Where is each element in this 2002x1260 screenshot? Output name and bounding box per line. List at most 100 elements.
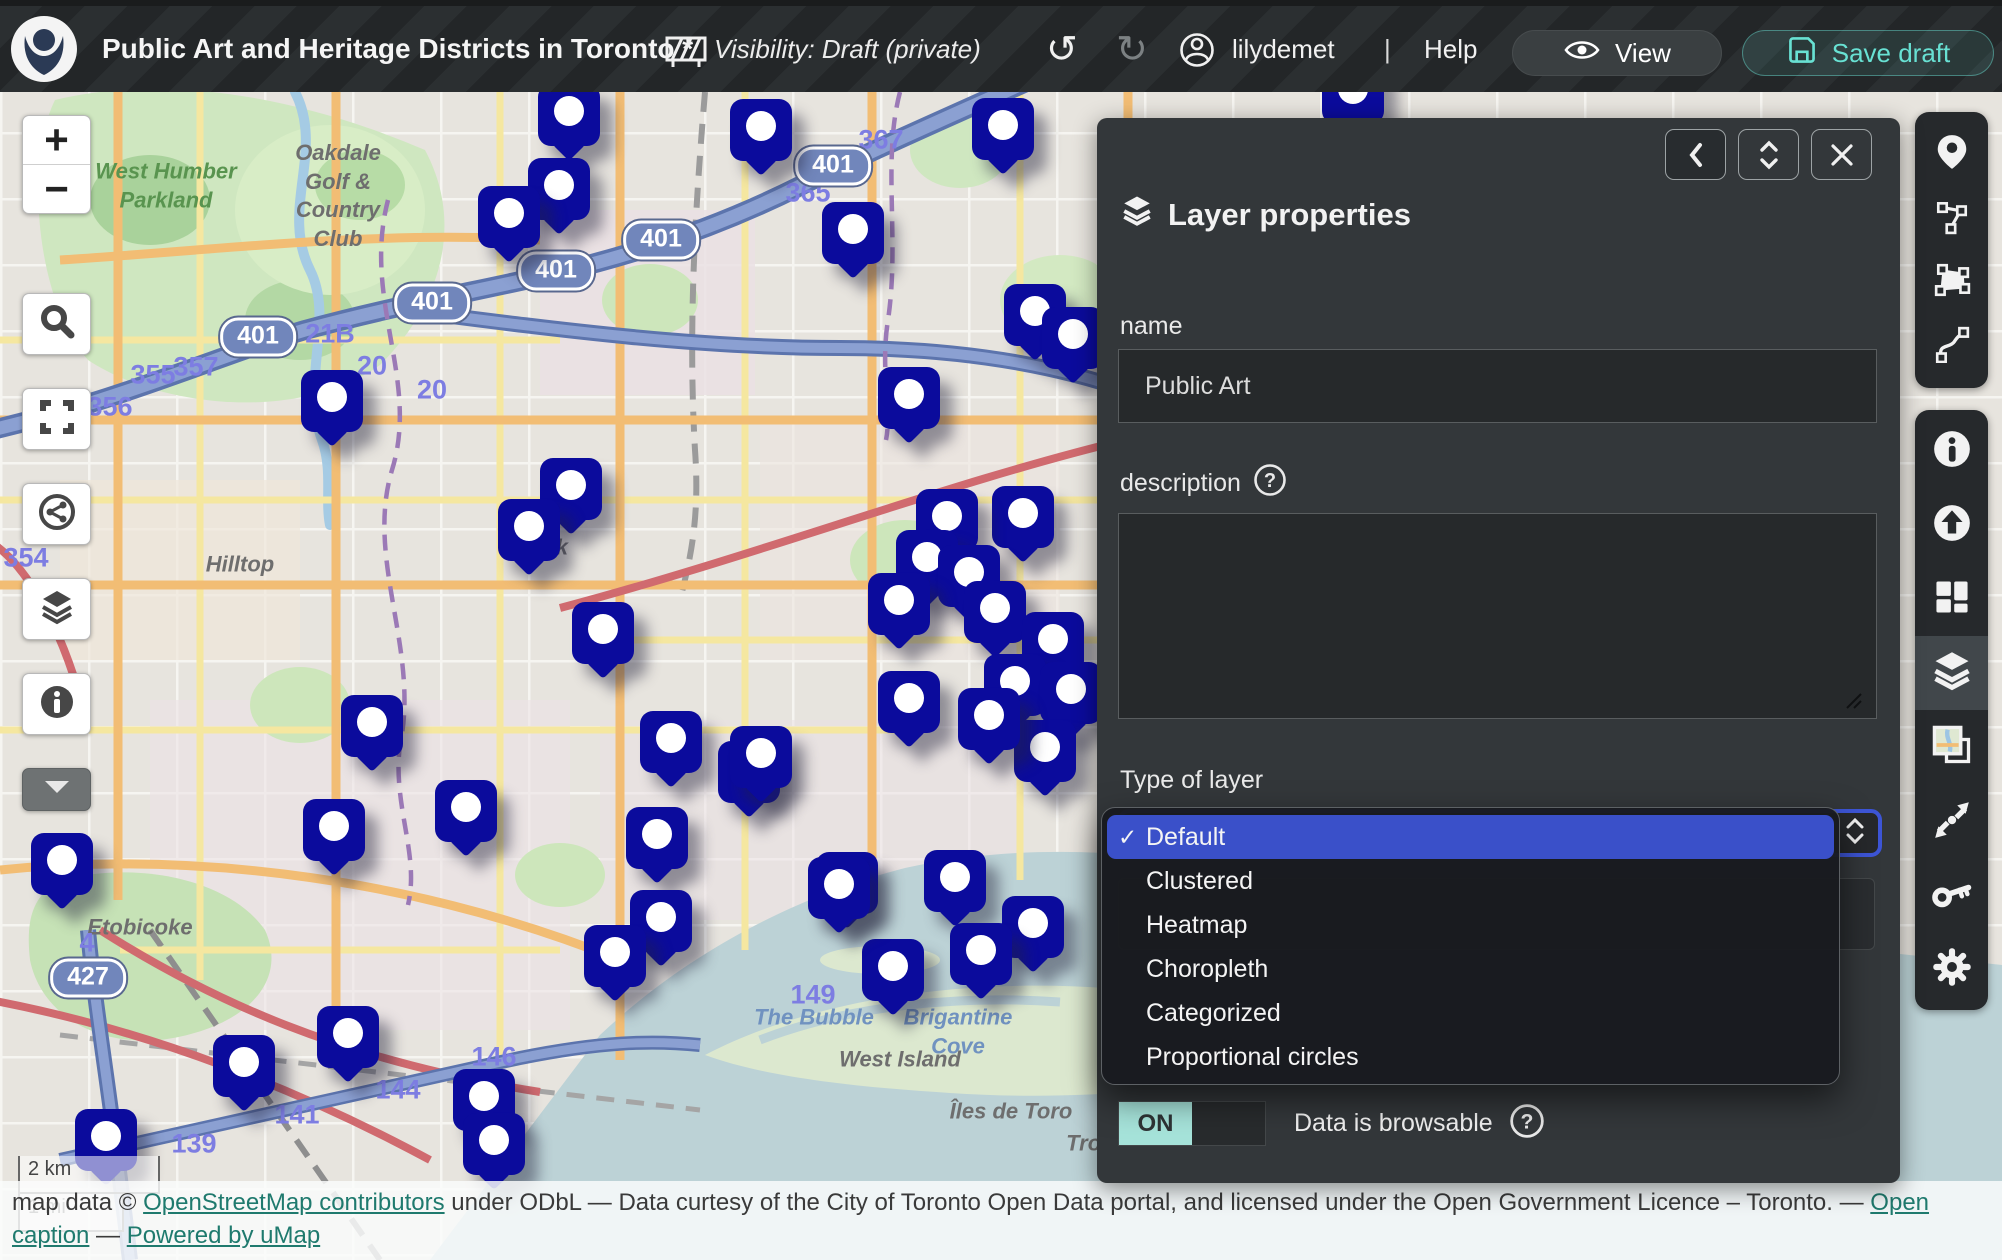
background-map-icon bbox=[1930, 723, 1974, 772]
import-data-button[interactable] bbox=[1915, 488, 1988, 562]
share-icon bbox=[37, 492, 77, 537]
layer-description-textarea[interactable] bbox=[1118, 513, 1877, 719]
chevron-down-icon bbox=[39, 777, 75, 802]
map-marker[interactable] bbox=[584, 925, 646, 1007]
dashboard-button[interactable] bbox=[1915, 562, 1988, 636]
about-button[interactable] bbox=[22, 673, 91, 735]
map-marker[interactable] bbox=[538, 84, 600, 166]
map-marker[interactable] bbox=[822, 202, 884, 284]
eye-icon bbox=[1563, 36, 1601, 71]
help-link[interactable]: Help bbox=[1424, 6, 1477, 92]
gear-icon bbox=[1930, 945, 1974, 994]
panel-back-button[interactable] bbox=[1665, 129, 1726, 180]
type-option[interactable]: Choropleth bbox=[1107, 947, 1834, 991]
map-marker[interactable] bbox=[640, 711, 702, 793]
fullscreen-button[interactable] bbox=[22, 388, 91, 450]
manage-layers-button[interactable] bbox=[1915, 636, 1988, 710]
type-of-layer-label: Type of layer bbox=[1120, 766, 1263, 795]
visibility-status[interactable]: Visibility: Draft (private) bbox=[714, 6, 981, 92]
help-icon[interactable]: ? bbox=[1253, 463, 1287, 504]
settings-button[interactable] bbox=[1915, 932, 1988, 1006]
layers-stack-icon bbox=[1930, 649, 1974, 698]
help-icon[interactable]: ? bbox=[1493, 1103, 1545, 1144]
marker-icon bbox=[1933, 133, 1971, 176]
dashboard-icon bbox=[1932, 577, 1972, 622]
change-tilelayer-button[interactable] bbox=[1915, 710, 1988, 784]
map-marker[interactable] bbox=[435, 780, 497, 862]
map-marker[interactable] bbox=[478, 186, 540, 268]
map-marker[interactable] bbox=[317, 1006, 379, 1088]
type-option[interactable]: Clustered bbox=[1107, 859, 1834, 903]
map-marker[interactable] bbox=[808, 857, 870, 939]
map-marker[interactable] bbox=[213, 1035, 275, 1117]
toggle-off-half bbox=[1192, 1102, 1265, 1145]
zoom-out-button[interactable]: − bbox=[23, 165, 90, 213]
map-marker[interactable] bbox=[498, 499, 560, 581]
zoom-in-button[interactable]: + bbox=[23, 116, 90, 164]
map-marker[interactable] bbox=[958, 688, 1020, 770]
umap-editor: West Humber ParklandOakdale Golf & Count… bbox=[0, 0, 2002, 1260]
map-marker[interactable] bbox=[924, 850, 986, 932]
map-marker[interactable] bbox=[972, 98, 1034, 180]
map-marker[interactable] bbox=[878, 367, 940, 449]
permissions-button[interactable] bbox=[1915, 858, 1988, 932]
svg-text:?: ? bbox=[1264, 470, 1276, 492]
check-icon: ✓ bbox=[1118, 824, 1137, 851]
info-icon bbox=[37, 682, 77, 727]
search-button[interactable] bbox=[22, 293, 91, 355]
type-option[interactable]: Heatmap bbox=[1107, 903, 1834, 947]
map-marker[interactable] bbox=[303, 799, 365, 881]
view-button[interactable]: View bbox=[1512, 30, 1722, 76]
map-marker[interactable] bbox=[730, 99, 792, 181]
data-browsable-toggle[interactable]: ON bbox=[1118, 1101, 1266, 1146]
type-menu-options: ✓DefaultClusteredHeatmapChoroplethCatego… bbox=[1107, 815, 1834, 1079]
share-button[interactable] bbox=[22, 483, 91, 545]
type-option[interactable]: ✓Default bbox=[1107, 815, 1834, 859]
attribution-segment: map data © bbox=[12, 1189, 143, 1216]
attribution-link[interactable]: OpenStreetMap contributors bbox=[143, 1189, 445, 1216]
map-marker[interactable] bbox=[992, 486, 1054, 568]
type-option[interactable]: Categorized bbox=[1107, 991, 1834, 1035]
browsable-row: ON Data is browsable ? bbox=[1118, 1101, 1545, 1146]
panel-resize-button[interactable] bbox=[1738, 129, 1799, 180]
username[interactable]: lilydemet bbox=[1232, 6, 1335, 92]
map-marker[interactable] bbox=[1014, 720, 1076, 802]
draw-curve-button[interactable] bbox=[1915, 314, 1988, 378]
draw-polygon-button[interactable] bbox=[1915, 250, 1988, 314]
map-marker[interactable] bbox=[868, 573, 930, 655]
undo-button[interactable]: ↺ bbox=[1046, 6, 1078, 92]
layers-button[interactable] bbox=[22, 578, 91, 640]
map-marker[interactable] bbox=[730, 726, 792, 808]
collapse-controls-button[interactable] bbox=[22, 768, 91, 811]
map-title[interactable]: Public Art and Heritage Districts in Tor… bbox=[102, 6, 693, 92]
map-info-button[interactable] bbox=[1915, 414, 1988, 488]
user-avatar-icon[interactable] bbox=[1178, 31, 1216, 74]
attribution-text: map data © OpenStreetMap contributors un… bbox=[12, 1189, 1929, 1249]
info-circle-icon bbox=[1931, 428, 1973, 475]
map-marker[interactable] bbox=[878, 671, 940, 753]
layer-name-input[interactable] bbox=[1118, 349, 1877, 423]
panel-close-button[interactable] bbox=[1811, 129, 1872, 180]
center-map-button[interactable] bbox=[1915, 784, 1988, 858]
map-marker[interactable] bbox=[1042, 307, 1104, 389]
map-marker[interactable] bbox=[862, 939, 924, 1021]
attribution-segment: under ODbL — Data curtesy of the City of… bbox=[445, 1189, 1871, 1216]
type-option[interactable]: Proportional circles bbox=[1107, 1035, 1834, 1079]
map-marker[interactable] bbox=[572, 602, 634, 684]
center-arrows-icon bbox=[1931, 798, 1973, 845]
key-icon bbox=[1930, 871, 1974, 920]
map-marker[interactable] bbox=[950, 923, 1012, 1005]
umap-logo[interactable] bbox=[11, 16, 77, 82]
polygon-icon bbox=[1933, 261, 1971, 304]
draw-marker-button[interactable] bbox=[1915, 122, 1988, 186]
attribution-link[interactable]: Powered by uMap bbox=[127, 1222, 320, 1249]
map-marker[interactable] bbox=[626, 807, 688, 889]
description-label-text: description bbox=[1120, 469, 1241, 498]
map-marker[interactable] bbox=[301, 370, 363, 452]
save-draft-button[interactable]: Save draft bbox=[1742, 30, 1994, 76]
map-marker[interactable] bbox=[964, 581, 1026, 663]
draw-polyline-button[interactable] bbox=[1915, 186, 1988, 250]
map-marker[interactable] bbox=[31, 833, 93, 915]
map-marker[interactable] bbox=[341, 695, 403, 777]
redo-button[interactable]: ↻ bbox=[1116, 6, 1148, 92]
